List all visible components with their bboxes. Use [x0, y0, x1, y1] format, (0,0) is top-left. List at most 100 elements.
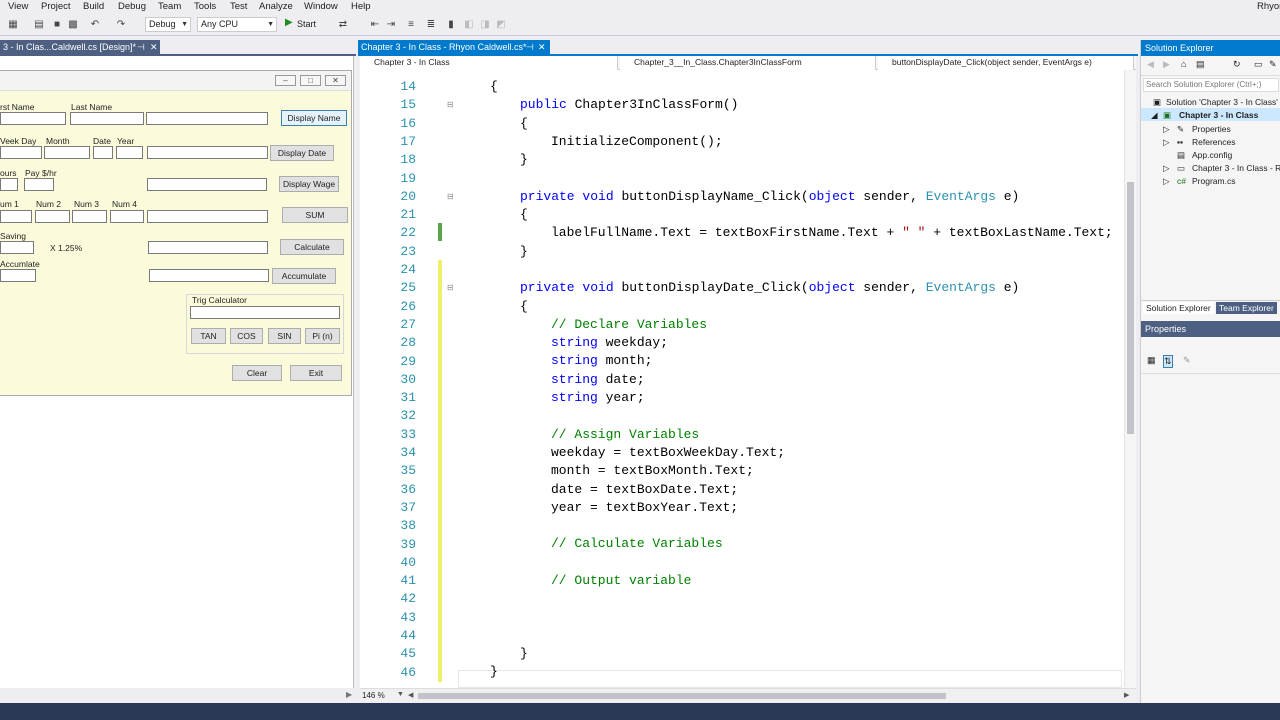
format-icon[interactable]: ≣ — [424, 18, 438, 31]
cos-button[interactable]: COS — [230, 328, 263, 344]
textbox-date[interactable] — [93, 146, 113, 159]
tan-button[interactable]: TAN — [191, 328, 226, 344]
textbox-trig[interactable] — [190, 306, 340, 319]
solution-item-root[interactable]: Solution 'Chapter 3 - In Class' — [1166, 97, 1278, 107]
configuration-select[interactable]: Debug ▼ — [145, 17, 191, 32]
clear-bookmarks-icon[interactable]: ◩ — [494, 18, 508, 31]
member-dropdown[interactable]: buttonDisplayDate_Click(object sender, E… — [878, 56, 1134, 70]
scrollbar-thumb[interactable] — [1127, 182, 1134, 434]
zoom-level[interactable]: 146 % — [362, 691, 385, 700]
bookmark-icon[interactable]: ▮ — [444, 18, 458, 31]
collapse-icon[interactable]: ⊟ — [447, 283, 454, 292]
menu-build[interactable]: Build — [83, 1, 104, 12]
solution-item-references[interactable]: References — [1192, 137, 1235, 147]
maximize-icon[interactable]: □ — [300, 75, 321, 86]
tab-code-editor[interactable]: Chapter 3 - In Class - Rhyon Caldwell.cs… — [358, 40, 550, 54]
chevron-right-icon[interactable]: ▷ — [1163, 124, 1170, 135]
textbox-weekday[interactable] — [0, 146, 42, 159]
menu-analyze[interactable]: Analyze — [259, 1, 293, 12]
chevron-right-icon[interactable]: ▷ — [1163, 176, 1170, 187]
pi-button[interactable]: Pi (n) — [305, 328, 340, 344]
close-icon[interactable]: ✕ — [150, 40, 158, 54]
solution-item-app-config[interactable]: App.config — [1192, 150, 1232, 160]
solution-search-input[interactable]: Search Solution Explorer (Ctrl+;) — [1143, 78, 1279, 92]
project-dropdown[interactable]: Chapter 3 - In Class — [360, 56, 618, 70]
collapse-icon[interactable]: ⊟ — [447, 100, 454, 109]
display-wage-button[interactable]: Display Wage — [279, 176, 339, 192]
undo-icon[interactable]: ↶ — [88, 18, 102, 31]
menu-view[interactable]: View — [8, 1, 28, 12]
property-pages-icon[interactable]: ✎ — [1183, 355, 1191, 366]
sin-button[interactable]: SIN — [268, 328, 301, 344]
solution-item-properties[interactable]: Properties — [1192, 124, 1231, 134]
solution-item-project[interactable]: Chapter 3 - In Class — [1179, 110, 1258, 120]
scroll-left-icon[interactable]: ◀ — [408, 691, 413, 699]
textbox-num3[interactable] — [72, 210, 107, 223]
chevron-right-icon[interactable]: ▷ — [1163, 163, 1170, 174]
menu-tools[interactable]: Tools — [194, 1, 216, 12]
sum-button[interactable]: SUM — [282, 207, 348, 223]
menu-team[interactable]: Team — [158, 1, 181, 12]
indent-icon[interactable]: ⇤ — [368, 18, 382, 31]
chevron-down-icon[interactable]: ▼ — [397, 691, 404, 698]
accumulate-button[interactable]: Accumulate — [272, 268, 336, 284]
code-editor[interactable]: 14 15 16 17 18 19 20 21 22 23 24 25 26 27 28 29 30 31 32 33… — [360, 70, 1136, 688]
exit-button[interactable]: Exit — [290, 365, 342, 381]
textbox-num4[interactable] — [110, 210, 144, 223]
class-dropdown[interactable]: Chapter_3__In_Class.Chapter3InClassForm — [620, 56, 876, 70]
new-project-icon[interactable]: ▦ — [6, 18, 20, 31]
textbox-num1[interactable] — [0, 210, 32, 223]
clear-button[interactable]: Clear — [232, 365, 282, 381]
menu-project[interactable]: Project — [41, 1, 71, 12]
pin-icon[interactable]: ⊣ — [526, 40, 534, 54]
tab-team-explorer[interactable]: Team Explorer — [1216, 302, 1277, 314]
scroll-right-icon[interactable]: ▶ — [346, 690, 352, 699]
display-name-button[interactable]: Display Name — [281, 110, 347, 126]
vertical-scrollbar[interactable] — [1124, 70, 1136, 688]
menu-window[interactable]: Window — [304, 1, 338, 12]
tab-designer[interactable]: 3 - In Clas...Caldwell.cs [Design]* ⊣ ✕ — [0, 40, 160, 54]
chevron-right-icon[interactable]: ▷ — [1163, 137, 1170, 148]
horizontal-scrollbar-thumb[interactable] — [418, 693, 946, 699]
textbox-last-name[interactable] — [70, 112, 144, 125]
scroll-right-icon[interactable]: ▶ — [1124, 691, 1129, 699]
save-all-icon[interactable]: ▩ — [66, 18, 80, 31]
pending-changes-icon[interactable]: ↻ — [1233, 59, 1241, 70]
textbox-year[interactable] — [116, 146, 143, 159]
open-file-icon[interactable]: ▤ — [32, 18, 46, 31]
minimize-icon[interactable]: – — [275, 75, 296, 86]
outdent-icon[interactable]: ⇥ — [384, 18, 398, 31]
back-icon[interactable]: ◀ — [1147, 59, 1154, 70]
textbox-num2[interactable] — [35, 210, 70, 223]
chevron-down-icon[interactable]: ◢ — [1151, 110, 1158, 121]
pin-icon[interactable]: ⊣ — [137, 40, 145, 54]
textbox-first-name[interactable] — [0, 112, 66, 125]
display-date-button[interactable]: Display Date — [270, 145, 334, 161]
textbox-saving[interactable] — [0, 241, 34, 254]
start-icon[interactable]: ▶ — [285, 17, 293, 28]
categorized-icon[interactable]: ▦ — [1147, 355, 1156, 366]
start-button[interactable]: Start — [297, 19, 316, 29]
collapse-all-icon[interactable]: ▭ — [1254, 59, 1263, 70]
platform-select[interactable]: Any CPU ▼ — [197, 17, 277, 32]
next-bookmark-icon[interactable]: ◨ — [478, 18, 492, 31]
home-icon[interactable]: ⌂ — [1181, 59, 1186, 69]
textbox-accumulate[interactable] — [0, 269, 36, 282]
forward-icon[interactable]: ▶ — [1163, 59, 1170, 70]
textbox-pay[interactable] — [24, 178, 54, 191]
menu-debug[interactable]: Debug — [118, 1, 146, 12]
menu-test[interactable]: Test — [230, 1, 247, 12]
prev-bookmark-icon[interactable]: ◧ — [462, 18, 476, 31]
close-icon[interactable]: ✕ — [538, 40, 546, 54]
redo-icon[interactable]: ↷ — [114, 18, 128, 31]
menu-help[interactable]: Help — [351, 1, 371, 12]
solution-item-form[interactable]: Chapter 3 - In Class - R — [1192, 163, 1280, 173]
textbox-hours[interactable] — [0, 178, 18, 191]
alphabetical-icon[interactable]: ⇅ — [1163, 355, 1173, 368]
tab-solution-explorer[interactable]: Solution Explorer — [1143, 302, 1214, 314]
wrench-icon[interactable]: ✎ — [1269, 59, 1277, 70]
user-name[interactable]: Rhyon — [1257, 1, 1280, 12]
close-icon[interactable]: ✕ — [325, 75, 346, 86]
sync-icon[interactable]: ▤ — [1196, 59, 1205, 70]
form-window[interactable]: – □ ✕ rst Name Last Name Display Name Ve… — [0, 70, 352, 396]
